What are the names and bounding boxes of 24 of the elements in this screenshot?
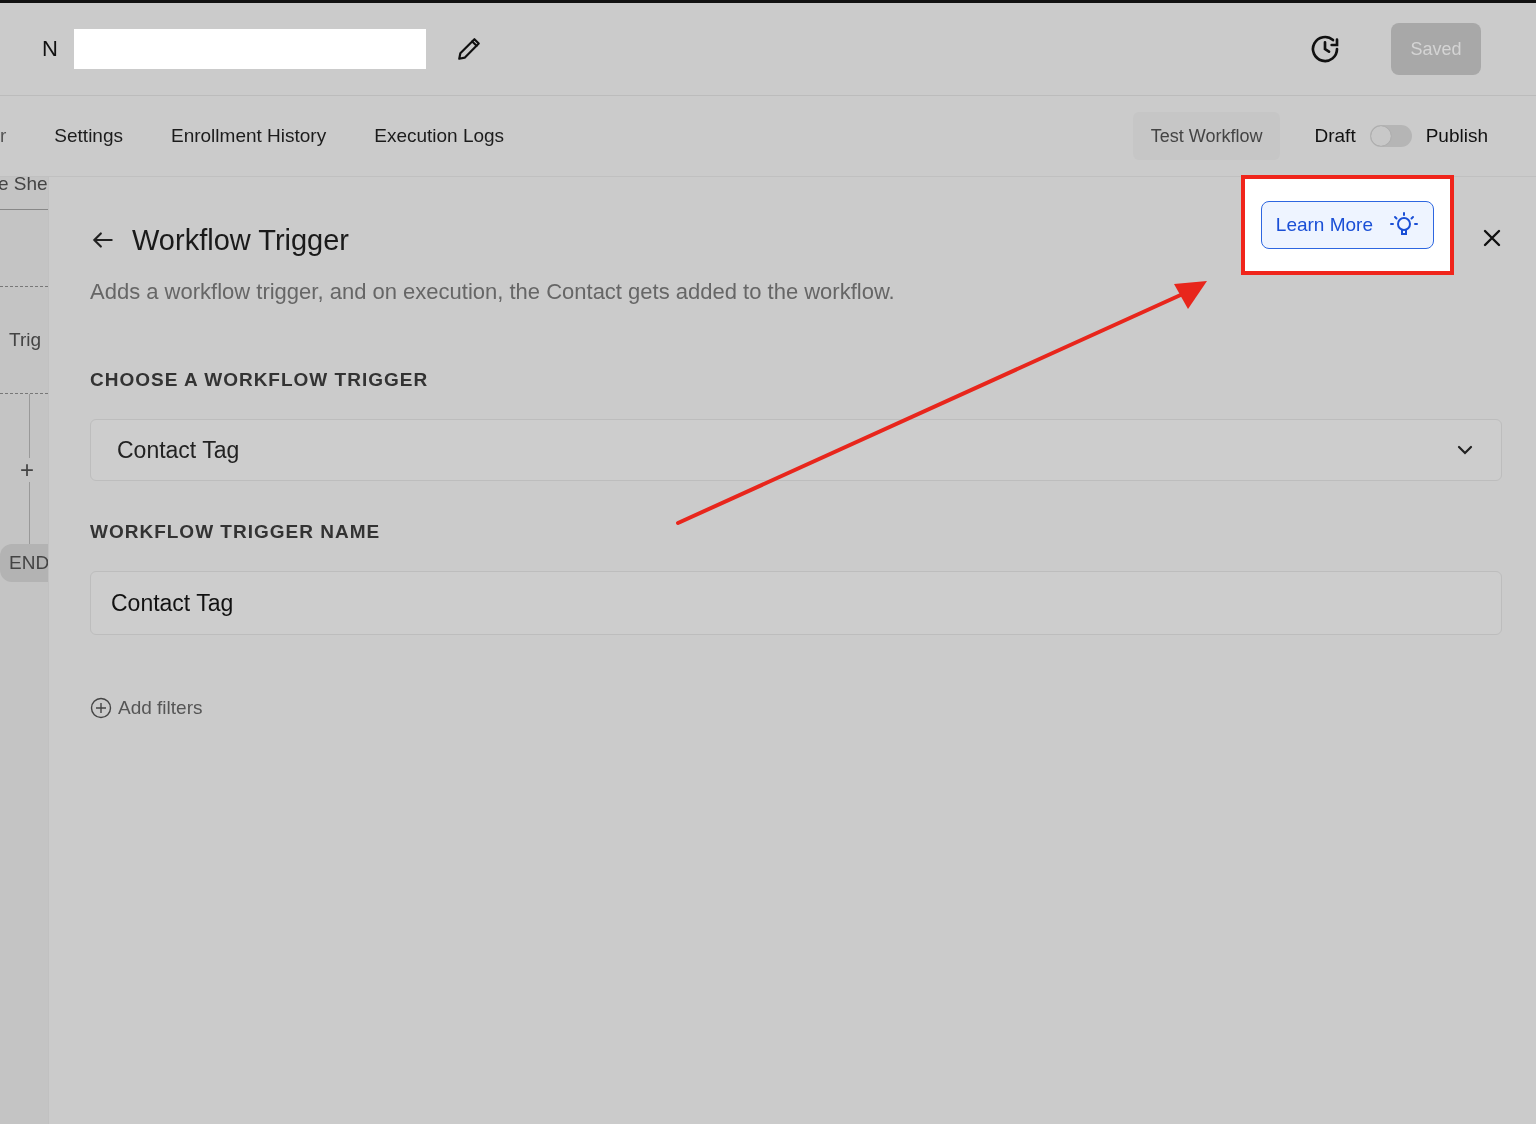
publish-label: Publish bbox=[1425, 125, 1488, 147]
panel-description: Adds a workflow trigger, and on execution, the Contact gets added to the workflow. bbox=[90, 279, 896, 305]
learn-more-button[interactable]: Learn More bbox=[1260, 201, 1434, 249]
workflow-title: N bbox=[42, 36, 58, 62]
nav-tab[interactable]: r bbox=[0, 125, 7, 147]
panel-title: Workflow Trigger bbox=[132, 223, 350, 257]
history-icon[interactable] bbox=[1309, 33, 1341, 65]
trigger-name-field[interactable]: Contact Tag bbox=[90, 571, 1502, 635]
trigger-select[interactable]: Contact Tag bbox=[90, 419, 1502, 481]
section-label: CHOOSE A WORKFLOW TRIGGER bbox=[90, 369, 430, 391]
test-workflow-button[interactable]: Test Workflow bbox=[1132, 112, 1281, 160]
nav-tab[interactable]: Settings bbox=[54, 125, 123, 147]
end-node: END bbox=[0, 544, 48, 582]
publish-toggle[interactable] bbox=[1369, 125, 1412, 147]
plus-circle-icon bbox=[90, 697, 112, 719]
add-filters-link[interactable]: Add filters bbox=[90, 697, 203, 719]
close-icon[interactable] bbox=[1482, 228, 1502, 248]
section-label: WORKFLOW TRIGGER NAME bbox=[90, 521, 382, 543]
draft-label: Draft bbox=[1314, 125, 1356, 147]
nav-tab[interactable]: Execution Logs bbox=[374, 125, 505, 147]
nav-tab[interactable]: Enrollment History bbox=[171, 125, 327, 147]
pencil-icon[interactable] bbox=[455, 36, 482, 62]
canvas-node-label: Trig bbox=[9, 329, 43, 351]
add-step-icon[interactable]: + bbox=[20, 458, 48, 482]
